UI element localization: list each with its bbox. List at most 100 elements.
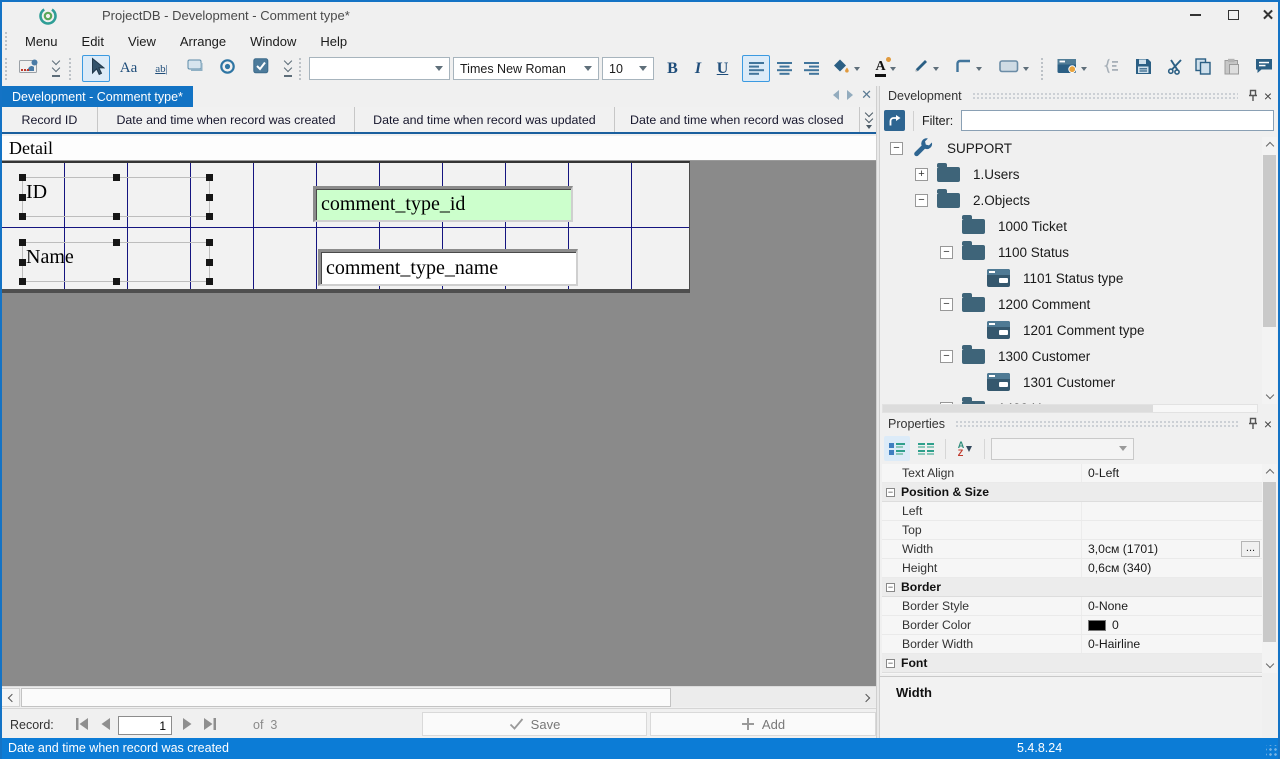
toolbar-grip[interactable]	[298, 57, 303, 81]
tab-close-icon[interactable]: ✕	[861, 88, 872, 101]
scrollbar-thumb[interactable]	[1263, 482, 1276, 642]
sort-az-button[interactable]: AZ	[952, 436, 978, 461]
properties-vertical-scrollbar[interactable]	[1262, 464, 1277, 673]
tree-item-1000-ticket[interactable]: 1000 Ticket	[880, 213, 1260, 239]
property-row-border-color[interactable]: Border Color 0	[882, 616, 1262, 635]
selection-handle-ne[interactable]	[206, 174, 213, 181]
property-row-text-align[interactable]: Text Align 0-Left	[882, 464, 1262, 483]
textbox-tool-button[interactable]: ab|	[147, 55, 176, 82]
scroll-up-button[interactable]	[1262, 464, 1277, 479]
selection-handle-n[interactable]	[112, 239, 120, 246]
menu-item-arrange[interactable]: Arrange	[168, 32, 238, 51]
tree-item-support[interactable]: − SUPPORT	[880, 135, 1260, 161]
add-record-button[interactable]: Add	[650, 712, 876, 736]
selection-handle-sw[interactable]	[19, 213, 26, 220]
property-category-border[interactable]: − Border	[882, 578, 1262, 597]
underline-button[interactable]: U	[710, 55, 735, 82]
radio-tool-button[interactable]	[213, 55, 242, 82]
insert-image-button[interactable]	[16, 55, 46, 82]
selection-handle-se[interactable]	[206, 278, 213, 285]
paste-button[interactable]	[1218, 55, 1245, 82]
toolbar-overflow-button[interactable]	[50, 56, 62, 80]
designer-horizontal-scrollbar[interactable]	[0, 686, 878, 707]
tree-item-1300-customer[interactable]: − 1300 Customer	[880, 343, 1260, 369]
save-button[interactable]	[1130, 55, 1157, 82]
close-panel-icon[interactable]: ×	[1264, 417, 1272, 431]
checkbox-tool-button[interactable]	[246, 55, 275, 82]
property-value[interactable]: 3,0см (1701)	[1088, 542, 1158, 556]
scroll-right-button[interactable]	[857, 688, 876, 707]
collapse-icon[interactable]: −	[886, 582, 895, 592]
designer-label-name[interactable]: Name	[19, 239, 213, 285]
align-left-button[interactable]	[742, 55, 770, 82]
border-corner-button[interactable]	[950, 55, 987, 82]
field-list-button[interactable]	[1098, 55, 1125, 82]
menu-item-help[interactable]: Help	[308, 32, 359, 51]
tree-horizontal-scrollbar[interactable]	[882, 404, 1258, 413]
navigate-button[interactable]	[884, 110, 905, 131]
designer-field-comment-type-name[interactable]: comment_type_name	[318, 249, 578, 286]
selection-handle-w[interactable]	[19, 258, 26, 266]
property-row-height[interactable]: Height 0,6см (340)	[882, 559, 1262, 578]
tab-scroll-right-icon[interactable]	[847, 90, 854, 100]
tree-item-2-objects[interactable]: − 2.Objects	[880, 187, 1260, 213]
resize-grip-icon[interactable]	[1266, 745, 1278, 757]
tree-vertical-scrollbar[interactable]	[1262, 137, 1277, 404]
pin-icon[interactable]	[1248, 417, 1258, 430]
toolbar-grip[interactable]	[4, 57, 9, 81]
tab-development-comment-type[interactable]: Development - Comment type*	[2, 86, 193, 107]
collapse-icon[interactable]: −	[940, 245, 953, 259]
selection-handle-s[interactable]	[112, 278, 120, 285]
design-grid-surface[interactable]: ID comment_type_id Name comment_type_nam…	[2, 161, 690, 293]
collapse-icon[interactable]: −	[940, 297, 953, 311]
menu-item-menu[interactable]: Menu	[13, 32, 70, 51]
property-value[interactable]: 0-None	[1088, 599, 1128, 613]
italic-button[interactable]: I	[686, 55, 710, 82]
font-family-combobox[interactable]: Times New Roman	[453, 57, 599, 80]
cut-button[interactable]	[1162, 55, 1189, 82]
form-settings-button[interactable]	[1052, 55, 1091, 82]
selection-handle-se[interactable]	[206, 213, 213, 220]
property-row-border-width[interactable]: Border Width 0-Hairline	[882, 635, 1262, 654]
property-row-left[interactable]: Left	[882, 502, 1262, 521]
ellipsis-button[interactable]: ...	[1241, 541, 1260, 557]
selection-handle-nw[interactable]	[19, 239, 26, 246]
select-tool-button[interactable]	[82, 55, 110, 82]
scroll-down-button[interactable]	[1262, 389, 1277, 404]
next-record-button[interactable]	[178, 715, 198, 733]
collapse-icon[interactable]: −	[890, 141, 903, 155]
toolbar-grip[interactable]	[4, 31, 9, 51]
property-row-width[interactable]: Width 3,0см (1701)...	[882, 540, 1262, 559]
scroll-left-button[interactable]	[1, 688, 20, 707]
toolbar-grip[interactable]	[68, 57, 73, 81]
detail-section-band[interactable]: Detail	[2, 136, 876, 161]
expand-icon[interactable]: +	[915, 167, 928, 181]
save-record-button[interactable]: Save	[422, 712, 647, 736]
column-header-date-and-time-when-record-was-updated[interactable]: Date and time when record was updated	[355, 107, 615, 132]
align-right-button[interactable]	[798, 55, 825, 82]
minimize-button[interactable]	[1180, 4, 1210, 26]
font-size-combobox[interactable]: 10	[602, 57, 654, 80]
comments-button[interactable]	[1250, 55, 1277, 82]
collapse-icon[interactable]: −	[886, 487, 895, 497]
font-color-button[interactable]: A	[868, 55, 903, 82]
designer-field-comment-type-id[interactable]: comment_type_id	[313, 186, 573, 222]
menu-item-edit[interactable]: Edit	[70, 32, 116, 51]
scrollbar-thumb[interactable]	[883, 405, 1153, 412]
first-record-button[interactable]	[72, 715, 92, 733]
scroll-up-button[interactable]	[1262, 137, 1277, 152]
object-selector-combobox[interactable]	[991, 437, 1134, 460]
selection-handle-e[interactable]	[206, 258, 213, 266]
tree-item-1100-status[interactable]: − 1100 Status	[880, 239, 1260, 265]
selection-handle-e[interactable]	[206, 193, 213, 201]
property-value[interactable]: 0	[1112, 618, 1119, 632]
menu-item-view[interactable]: View	[116, 32, 168, 51]
column-header-record-id[interactable]: Record ID	[2, 107, 98, 132]
tree-item-1201-comment-type[interactable]: 1201 Comment type	[880, 317, 1260, 343]
tree-item-1200-comment[interactable]: − 1200 Comment	[880, 291, 1260, 317]
designer-label-id[interactable]: ID	[19, 174, 213, 220]
align-center-button[interactable]	[771, 55, 798, 82]
property-category-font[interactable]: − Font	[882, 654, 1262, 673]
bold-button[interactable]: B	[660, 55, 685, 82]
shape-rectangle-button[interactable]	[994, 55, 1033, 82]
